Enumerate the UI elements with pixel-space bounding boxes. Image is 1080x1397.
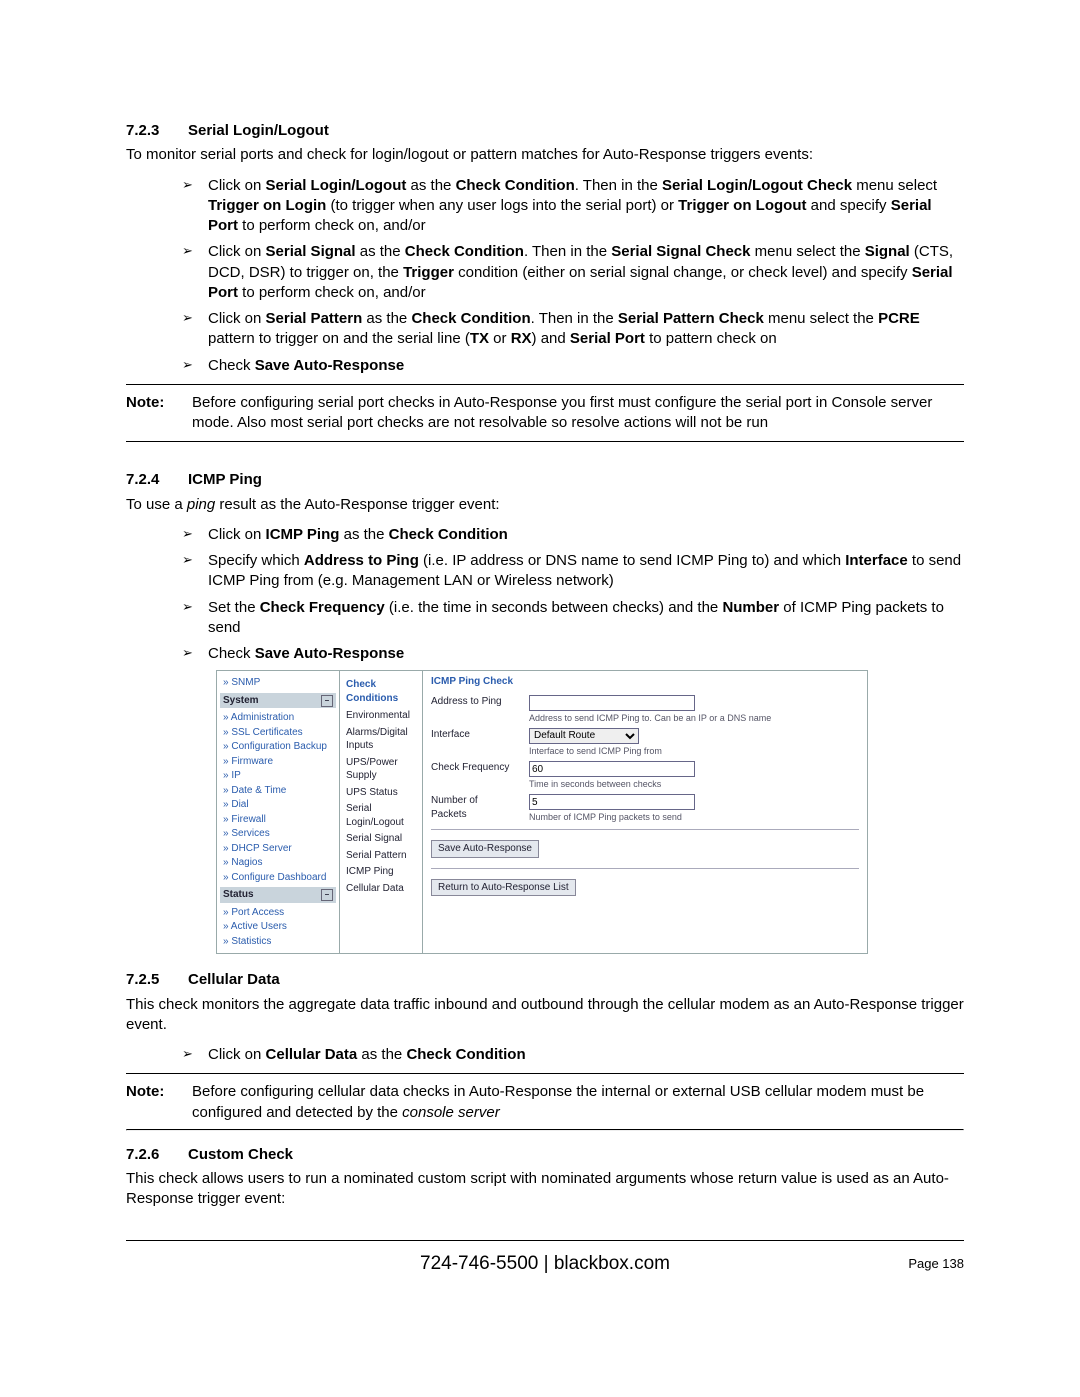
check-condition-item[interactable]: Serial Signal (346, 832, 416, 846)
check-condition-item[interactable]: UPS/Power Supply (346, 756, 416, 783)
sidebar-item[interactable]: DHCP Server (223, 842, 333, 856)
cellular-note: Note: Before configuring cellular data c… (126, 1082, 964, 1123)
sidebar-item[interactable]: SSL Certificates (223, 726, 333, 740)
hint-address: Address to send ICMP Ping to. Can be an … (529, 712, 859, 724)
cellular-step-1: Click on Cellular Data as the Check Cond… (208, 1045, 964, 1065)
number-of-packets-input[interactable] (529, 794, 695, 810)
form-title: ICMP Ping Check (431, 675, 859, 689)
bullet-arrow-icon: ➢ (182, 551, 196, 592)
bullet-arrow-icon: ➢ (182, 644, 196, 664)
divider (126, 1073, 964, 1074)
sidebar-item[interactable]: Firewall (223, 813, 333, 827)
bullet-arrow-icon: ➢ (182, 242, 196, 303)
sidebar-item[interactable]: SNMP (223, 676, 333, 690)
check-condition-item[interactable]: Serial Login/Logout (346, 802, 416, 829)
check-condition-item[interactable]: UPS Status (346, 786, 416, 800)
sidebar-item[interactable]: Nagios (223, 856, 333, 870)
divider (126, 384, 964, 385)
serial-step-3: Click on Serial Pattern as the Check Con… (208, 309, 964, 350)
save-auto-response-button[interactable]: Save Auto-Response (431, 840, 539, 858)
custom-intro: This check allows users to run a nominat… (126, 1169, 964, 1210)
icmp-step-3: Set the Check Frequency (i.e. the time i… (208, 598, 964, 639)
label-number-of-packets: Number ofPackets (431, 794, 521, 821)
bullet-arrow-icon: ➢ (182, 309, 196, 350)
heading-serial: 7.2.3 Serial Login/Logout (126, 121, 964, 141)
sidebar-item[interactable]: Administration (223, 711, 333, 725)
check-frequency-input[interactable] (529, 761, 695, 777)
serial-note: Note: Before configuring serial port che… (126, 393, 964, 434)
icmp-step-2: Specify which Address to Ping (i.e. IP a… (208, 551, 964, 592)
sidebar-group-status[interactable]: Status– (220, 887, 336, 903)
sidebar-item[interactable]: IP (223, 769, 333, 783)
heading-num: 7.2.3 (126, 121, 166, 141)
heading-num: 7.2.4 (126, 470, 166, 490)
label-interface: Interface (431, 728, 521, 742)
check-condition-item[interactable]: Cellular Data (346, 882, 416, 896)
serial-intro: To monitor serial ports and check for lo… (126, 145, 964, 165)
sidebar-item[interactable]: Port Access (223, 906, 333, 920)
heading-title: ICMP Ping (188, 470, 262, 490)
note-body: Before configuring serial port checks in… (192, 393, 964, 434)
check-condition-item[interactable]: Serial Pattern (346, 849, 416, 863)
bullet-arrow-icon: ➢ (182, 598, 196, 639)
heading-cellular: 7.2.5 Cellular Data (126, 970, 964, 990)
sidebar-item[interactable]: Active Users (223, 920, 333, 934)
heading-title: Serial Login/Logout (188, 121, 329, 141)
config-screenshot: SNMP System– AdministrationSSL Certifica… (216, 670, 868, 954)
heading-title: Custom Check (188, 1145, 293, 1165)
address-to-ping-input[interactable] (529, 695, 695, 711)
cellular-intro: This check monitors the aggregate data t… (126, 995, 964, 1036)
interface-select[interactable]: Default Route (529, 728, 639, 744)
serial-step-1: Click on Serial Login/Logout as the Chec… (208, 176, 964, 237)
collapse-icon[interactable]: – (321, 695, 333, 707)
page-footer: 724-746-5500 | blackbox.com Page 138 (126, 1245, 964, 1285)
check-condition-item[interactable]: ICMP Ping (346, 865, 416, 879)
return-button[interactable]: Return to Auto-Response List (431, 879, 576, 897)
bullet-arrow-icon: ➢ (182, 1045, 196, 1065)
divider (126, 1129, 964, 1131)
sidebar-item[interactable]: Firmware (223, 755, 333, 769)
sidebar-item[interactable]: Statistics (223, 935, 333, 949)
screenshot-check-conditions: Check Conditions Environmental Alarms/Dig… (340, 671, 423, 953)
serial-step-2: Click on Serial Signal as the Check Cond… (208, 242, 964, 303)
footer-page: Page 138 (908, 1255, 964, 1273)
check-conditions-title: Check Conditions (346, 678, 416, 705)
check-condition-item[interactable]: Environmental (346, 709, 416, 723)
sidebar-item[interactable]: Configure Dashboard (223, 871, 333, 885)
hint-interface: Interface to send ICMP Ping from (529, 745, 859, 757)
note-body: Before configuring cellular data checks … (192, 1082, 964, 1123)
divider (126, 441, 964, 442)
serial-step-4: Check Save Auto-Response (208, 356, 964, 376)
heading-num: 7.2.5 (126, 970, 166, 990)
sidebar-item[interactable]: Date & Time (223, 784, 333, 798)
sidebar-item[interactable]: Configuration Backup (223, 740, 333, 754)
check-condition-item[interactable]: Alarms/Digital Inputs (346, 726, 416, 753)
footer-center: 724-746-5500 | blackbox.com (126, 1251, 964, 1277)
heading-num: 7.2.6 (126, 1145, 166, 1165)
footer-divider (126, 1240, 964, 1241)
label-address-to-ping: Address to Ping (431, 695, 521, 709)
screenshot-form: ICMP Ping Check Address to Ping Address … (423, 671, 867, 953)
note-label: Note: (126, 1082, 172, 1123)
bullet-arrow-icon: ➢ (182, 525, 196, 545)
hint-packets: Number of ICMP Ping packets to send (529, 811, 859, 823)
sidebar-item[interactable]: Services (223, 827, 333, 841)
heading-title: Cellular Data (188, 970, 280, 990)
bullet-arrow-icon: ➢ (182, 176, 196, 237)
sidebar-item[interactable]: Dial (223, 798, 333, 812)
icmp-step-1: Click on ICMP Ping as the Check Conditio… (208, 525, 964, 545)
icmp-intro: To use a ping result as the Auto-Respons… (126, 495, 964, 515)
bullet-arrow-icon: ➢ (182, 356, 196, 376)
label-check-frequency: Check Frequency (431, 761, 521, 775)
sidebar-group-system[interactable]: System– (220, 693, 336, 709)
icmp-step-4: Check Save Auto-Response (208, 644, 964, 664)
heading-custom: 7.2.6 Custom Check (126, 1145, 964, 1165)
hint-frequency: Time in seconds between checks (529, 778, 859, 790)
collapse-icon[interactable]: – (321, 889, 333, 901)
note-label: Note: (126, 393, 172, 434)
screenshot-sidebar: SNMP System– AdministrationSSL Certifica… (217, 671, 340, 953)
heading-icmp: 7.2.4 ICMP Ping (126, 470, 964, 490)
